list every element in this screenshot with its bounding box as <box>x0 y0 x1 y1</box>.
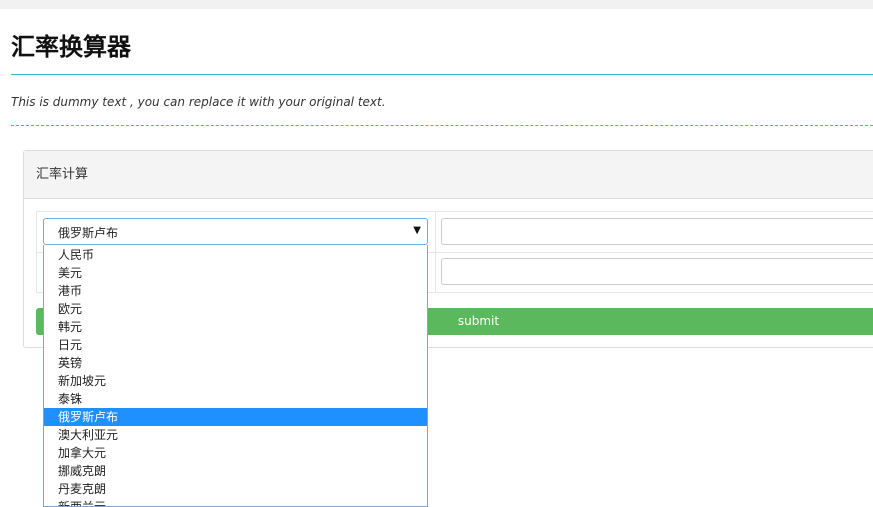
page-title: 汇率换算器 <box>11 33 131 61</box>
dropdown-arrow-icon[interactable]: ▼ <box>413 224 421 238</box>
dropdown-option[interactable]: 澳大利亚元 <box>44 426 427 444</box>
title-divider <box>11 74 873 75</box>
table-column-divider <box>435 212 436 292</box>
currency-dropdown-list[interactable]: 人民币 美元 港币 欧元 韩元 日元 英镑 新加坡元 泰铢 俄罗斯卢布 澳大利亚元 加拿大元 挪威克朗丹… <box>43 245 428 507</box>
page-subtitle: This is dummy text , you can replace it … <box>11 95 386 109</box>
currency-select-value: 俄罗斯卢布 <box>58 226 119 240</box>
panel-title: 汇率计算 <box>36 167 89 182</box>
dropdown-option[interactable]: 新西兰元 <box>44 498 427 506</box>
dropdown-option[interactable]: 韩元 <box>44 318 427 336</box>
dropdown-option[interactable]: 挪威克朗 <box>44 462 427 480</box>
currency-select[interactable]: 俄罗斯卢布 ▼ <box>43 218 428 245</box>
dropdown-option[interactable]: 俄罗斯卢布 <box>44 408 427 426</box>
dropdown-option[interactable]: 新加坡元 <box>44 372 427 390</box>
dropdown-option[interactable]: 加拿大元 <box>44 444 427 462</box>
dropdown-option[interactable]: 港币 <box>44 282 427 300</box>
panel-heading: 汇率计算 <box>24 151 873 199</box>
amount-input[interactable] <box>441 218 873 245</box>
top-strip <box>0 0 873 9</box>
dropdown-option[interactable]: 日元 <box>44 336 427 354</box>
dropdown-option[interactable]: 丹麦克朗 <box>44 480 427 498</box>
dashed-divider <box>11 125 873 126</box>
dropdown-option[interactable]: 人民币 <box>44 246 427 264</box>
dropdown-option[interactable]: 泰铢 <box>44 390 427 408</box>
dropdown-option[interactable]: 英镑 <box>44 354 427 372</box>
dropdown-option[interactable]: 美元 <box>44 264 427 282</box>
dropdown-option[interactable]: 欧元 <box>44 300 427 318</box>
result-input[interactable] <box>441 258 873 285</box>
